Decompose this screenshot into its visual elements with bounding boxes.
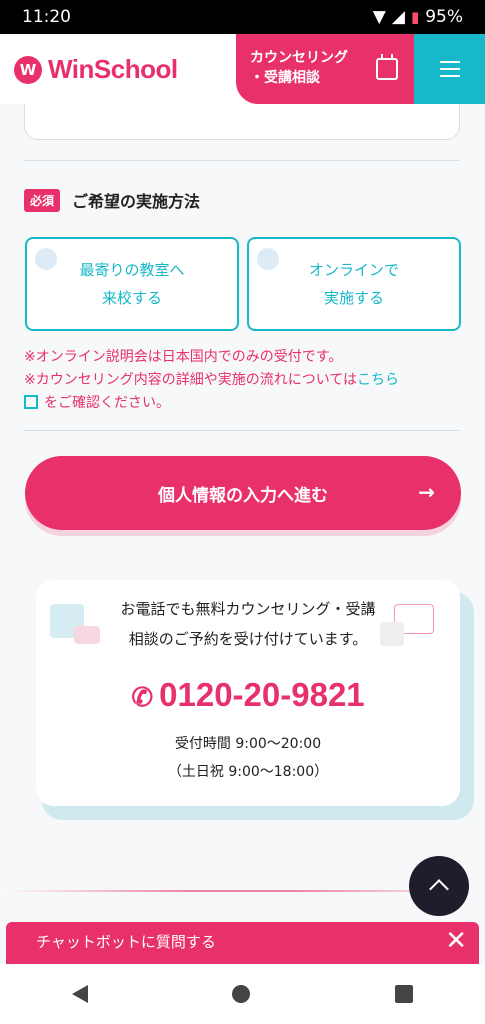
divider (24, 160, 460, 161)
note-details: ※カウンセリング内容の詳細や実施の流れについてはこちら (24, 369, 464, 392)
option-label-line1: オンラインで (308, 261, 399, 279)
hours-weekend: （土日祝 9:00〜18:00） (167, 764, 329, 780)
option-label-line1: 最寄りの教室へ (79, 261, 185, 279)
details-link[interactable]: こちら (357, 372, 399, 388)
chevron-up-icon (429, 879, 449, 899)
method-notes: ※オンライン説明会は日本国内でのみの受付です。 ※カウンセリング内容の詳細や実施… (24, 346, 464, 415)
radio-indicator (35, 248, 57, 270)
recent-apps-icon[interactable] (394, 985, 413, 1003)
close-icon[interactable]: ✕ (445, 926, 467, 956)
signal-icon: ◢ (391, 7, 405, 27)
battery-icon: ▮ (410, 8, 420, 26)
phone-description-line2: 相談のご予約を受け付けています。 (128, 630, 368, 648)
note-details-cont: をご確認ください。 (24, 392, 464, 415)
home-icon[interactable] (232, 985, 251, 1003)
phone-icon: ✆ (131, 682, 154, 712)
phone-description: お電話でも無料カウンセリング・受講 相談のご予約を受け付けています。 (36, 594, 460, 654)
external-link-icon (24, 395, 38, 409)
proceed-personal-info-button[interactable]: 個人情報の入力へ進む → (25, 456, 461, 530)
system-nav-bar (0, 964, 485, 1024)
site-header: W WinSchool カウンセリング ・受講相談 (0, 34, 485, 104)
required-badge: 必須 (24, 188, 61, 212)
status-icons: ▼ ◢ ▮ 95% (373, 7, 463, 27)
calendar-edit-icon (376, 54, 398, 80)
note-details-text: ※カウンセリング内容の詳細や実施の流れについては (24, 372, 358, 388)
note-online-domestic: ※オンライン説明会は日本国内でのみの受付です。 (24, 349, 343, 365)
logo-mark-icon: W (14, 55, 42, 84)
option-label-line2: 実施する (323, 289, 384, 307)
hamburger-menu-icon (439, 61, 460, 77)
option-label-line2: 来校する (101, 289, 162, 307)
radio-indicator (257, 248, 279, 270)
previous-field-box (24, 104, 460, 140)
battery-level: 95% (425, 7, 463, 27)
status-bar: 11:20 ▼ ◢ ▮ 95% (0, 0, 485, 34)
chatbot-label: チャットボットに質問する (36, 933, 216, 951)
status-time: 11:20 (22, 7, 71, 27)
back-icon[interactable] (72, 985, 89, 1003)
logo-text: WinSchool (48, 54, 178, 84)
method-title: ご希望の実施方法 (72, 192, 201, 211)
hours-weekday: 受付時間 9:00〜20:00 (174, 736, 322, 752)
reception-hours: 受付時間 9:00〜20:00 （土日祝 9:00〜18:00） (36, 730, 460, 786)
arrow-right-icon: → (418, 480, 435, 504)
wifi-icon: ▼ (372, 7, 386, 27)
chatbot-bar[interactable]: チャットボットに質問する ✕ (6, 922, 479, 964)
scroll-top-button[interactable] (409, 856, 469, 916)
option-visit-classroom[interactable]: 最寄りの教室へ 来校する (25, 237, 239, 331)
phone-number-link[interactable]: ✆ 0120-20-9821 (36, 676, 460, 714)
site-logo[interactable]: W WinSchool (14, 54, 178, 85)
phone-contact-card: お電話でも無料カウンセリング・受講 相談のご予約を受け付けています。 ✆ 0120… (36, 580, 460, 806)
phone-number: 0120-20-9821 (159, 676, 365, 713)
proceed-label: 個人情報の入力へ進む (158, 485, 328, 506)
option-online[interactable]: オンラインで 実施する (247, 237, 461, 331)
phone-description-line1: お電話でも無料カウンセリング・受講 (120, 600, 376, 618)
note-details-post: をご確認ください。 (44, 395, 170, 411)
menu-button[interactable] (414, 34, 485, 104)
divider (24, 430, 460, 431)
counseling-button[interactable]: カウンセリング ・受講相談 (236, 34, 414, 104)
method-heading: 必須 ご希望の実施方法 (24, 188, 200, 212)
